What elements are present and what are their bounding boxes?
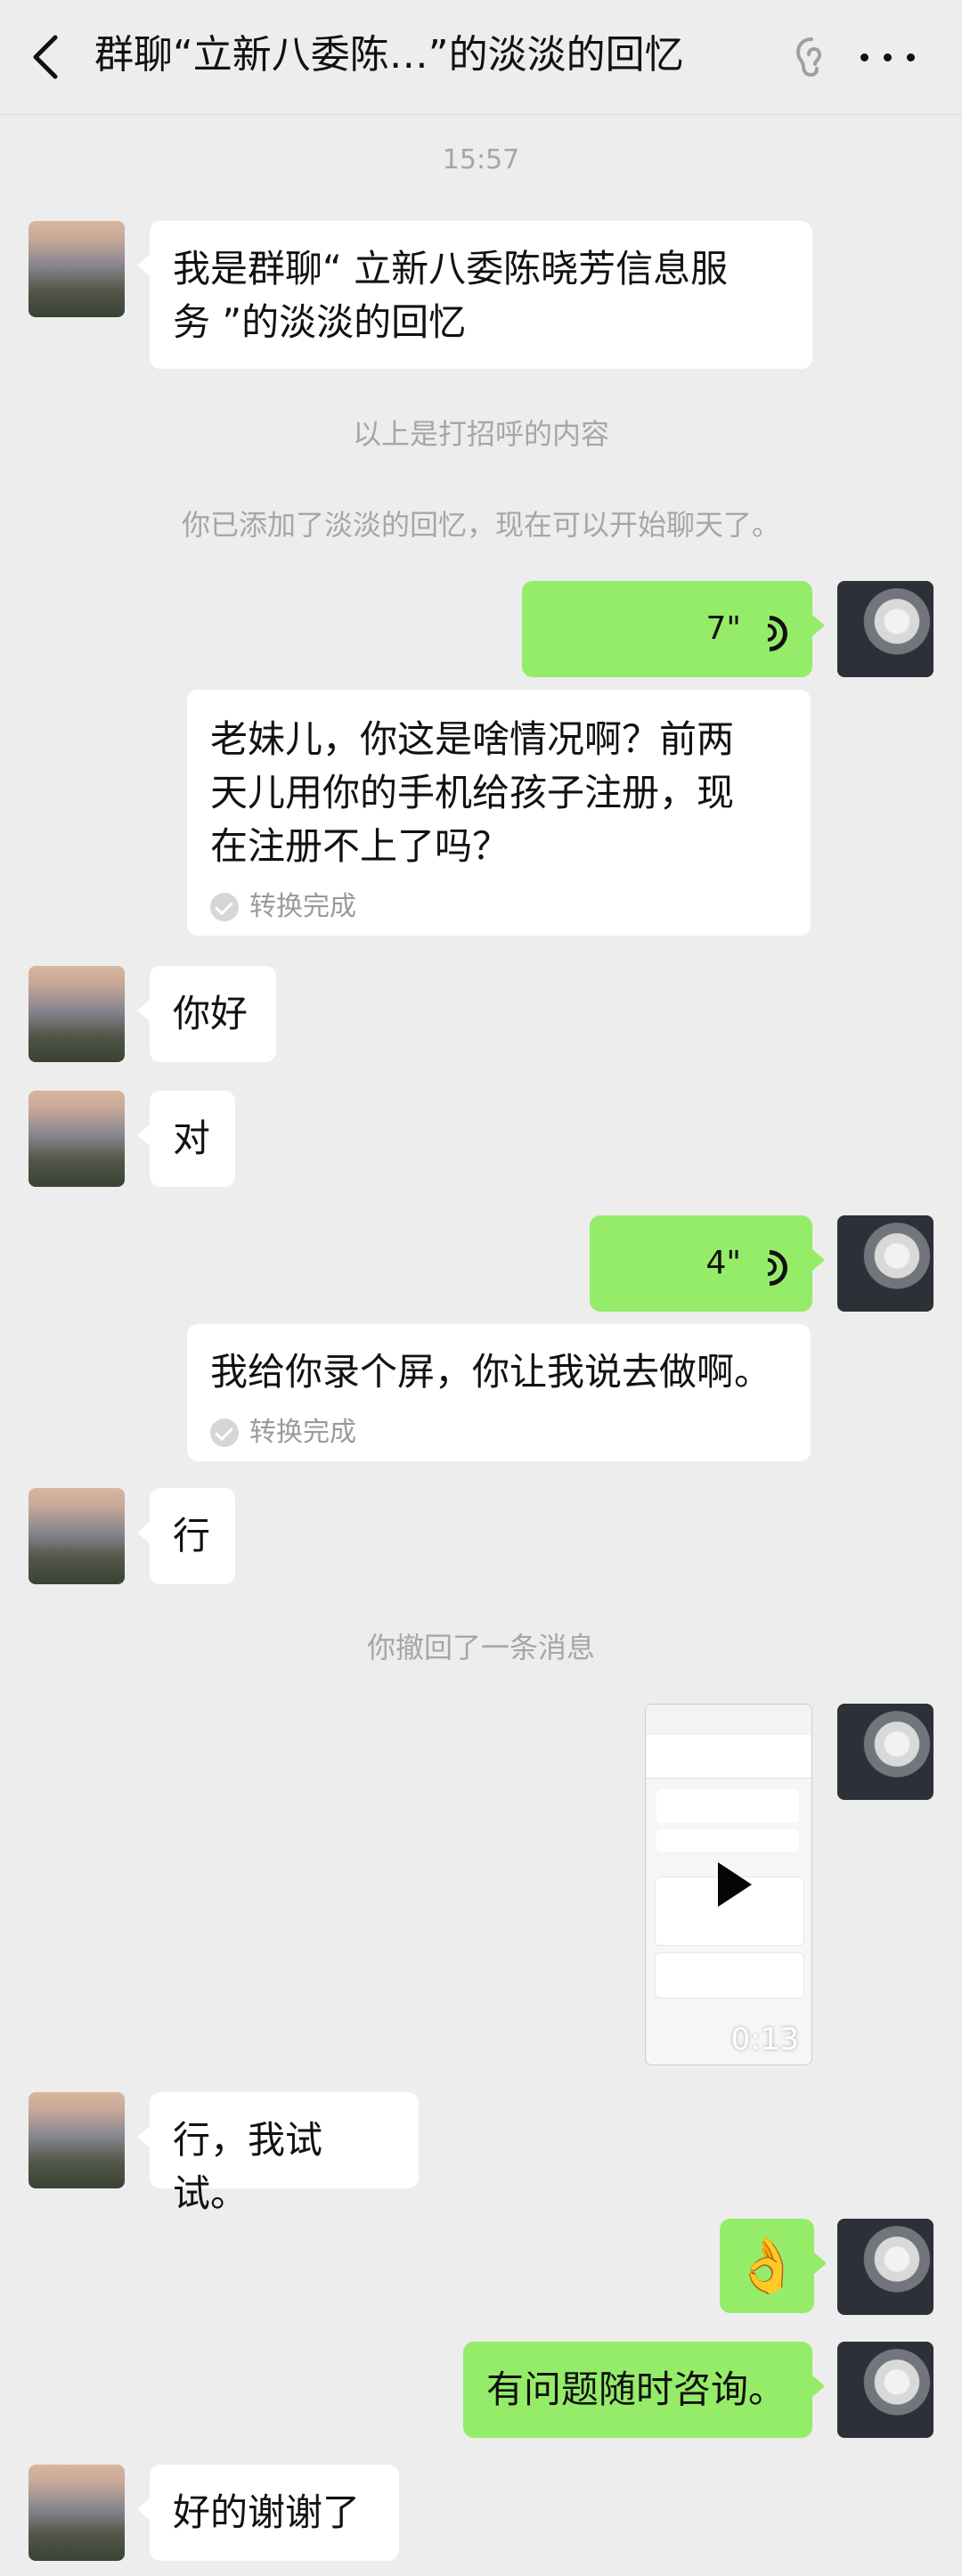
voice-transcript[interactable]: 老妹儿，你这是啥情况啊？前两 天儿用你的手机给孩子注册，现 在注册不上了吗？ 转… [187,690,811,936]
video-screen-card [655,1952,804,1999]
video-message[interactable]: 0:13 [645,1704,812,2065]
voice-wave-icon [752,1246,782,1281]
contact-avatar[interactable] [29,221,125,317]
video-screen-header [646,1735,811,1779]
back-icon[interactable] [21,29,71,86]
message-text: 行 [173,1514,211,1558]
video-duration: 0:13 [730,2022,799,2057]
check-icon [210,893,239,921]
system-message: 以上是打招呼的内容 [352,417,609,451]
my-avatar[interactable] [837,581,933,677]
message-text: 你好 [173,992,249,1035]
more-options-button[interactable] [859,34,930,80]
incoming-message[interactable]: 你好 [137,966,276,1062]
incoming-message[interactable]: 行，我试试。 [137,2092,419,2215]
message-text: 行，我试试。 [173,2118,323,2215]
system-message: 你已添加了淡淡的回忆，现在可以开始聊天了。 [181,508,780,542]
play-icon[interactable] [718,1862,752,1907]
my-avatar[interactable] [837,1704,933,1800]
voice-message[interactable]: 7" [522,581,825,677]
voice-message[interactable]: 4" [590,1215,825,1312]
contact-avatar[interactable] [29,1488,125,1584]
my-avatar[interactable] [837,1215,933,1312]
contact-avatar[interactable] [29,966,125,1062]
convert-status: 转换完成 [210,1406,787,1460]
ear-icon[interactable] [787,34,834,80]
message-text: 好的谢谢了 [173,2490,361,2534]
contact-avatar[interactable] [29,1091,125,1187]
voice-transcript[interactable]: 我给你录个屏，你让我说去做啊。 转换完成 [187,1324,811,1461]
system-message: 你撤回了一条消息 [366,1631,595,1664]
incoming-message[interactable]: 对 [137,1091,235,1187]
convert-status-text: 转换完成 [249,891,356,922]
video-screen-card [656,1829,799,1852]
emoji-message[interactable]: 👌 [720,2219,827,2313]
check-icon [210,1419,239,1447]
video-screen-status [646,1705,811,1735]
my-avatar[interactable] [837,2342,933,2438]
incoming-message[interactable]: 行 [137,1488,235,1584]
incoming-message[interactable]: 我是群聊“ 立新八委陈晓芳信息服 务 ”的淡淡的回忆 [137,221,812,369]
transcript-text: 我给你录个屏，你让我说去做啊。 [210,1350,772,1394]
contact-avatar[interactable] [29,2092,125,2188]
voice-duration: 4" [705,1245,741,1281]
more-dot-icon [884,53,892,61]
message-text: 有问题随时咨询。 [486,2367,787,2411]
voice-wave-icon [752,611,782,647]
message-timestamp: 15:57 [442,144,520,176]
message-text: 我是群聊“ 立新八委陈晓芳信息服 务 ”的淡淡的回忆 [173,247,729,344]
outgoing-message[interactable]: 有问题随时咨询。 [463,2342,825,2438]
transcript-text: 老妹儿，你这是啥情况啊？前两 天儿用你的手机给孩子注册，现 在注册不上了吗？ [210,717,735,868]
my-avatar[interactable] [837,2219,933,2315]
incoming-message[interactable]: 好的谢谢了 [137,2465,399,2561]
voice-duration: 7" [705,610,741,647]
video-screen-card [656,1789,799,1823]
contact-avatar[interactable] [29,2465,125,2561]
message-text: 对 [173,1116,211,1160]
chat-header: 群聊“立新八委陈…”的淡淡的回忆 [0,0,962,115]
more-dot-icon [860,53,868,61]
convert-status-text: 转换完成 [249,1417,356,1448]
convert-status: 转换完成 [210,880,787,934]
chat-title: 群聊“立新八委陈…”的淡淡的回忆 [94,32,684,78]
more-dot-icon [907,53,915,61]
ok-hand-icon: 👌 [733,2235,801,2297]
